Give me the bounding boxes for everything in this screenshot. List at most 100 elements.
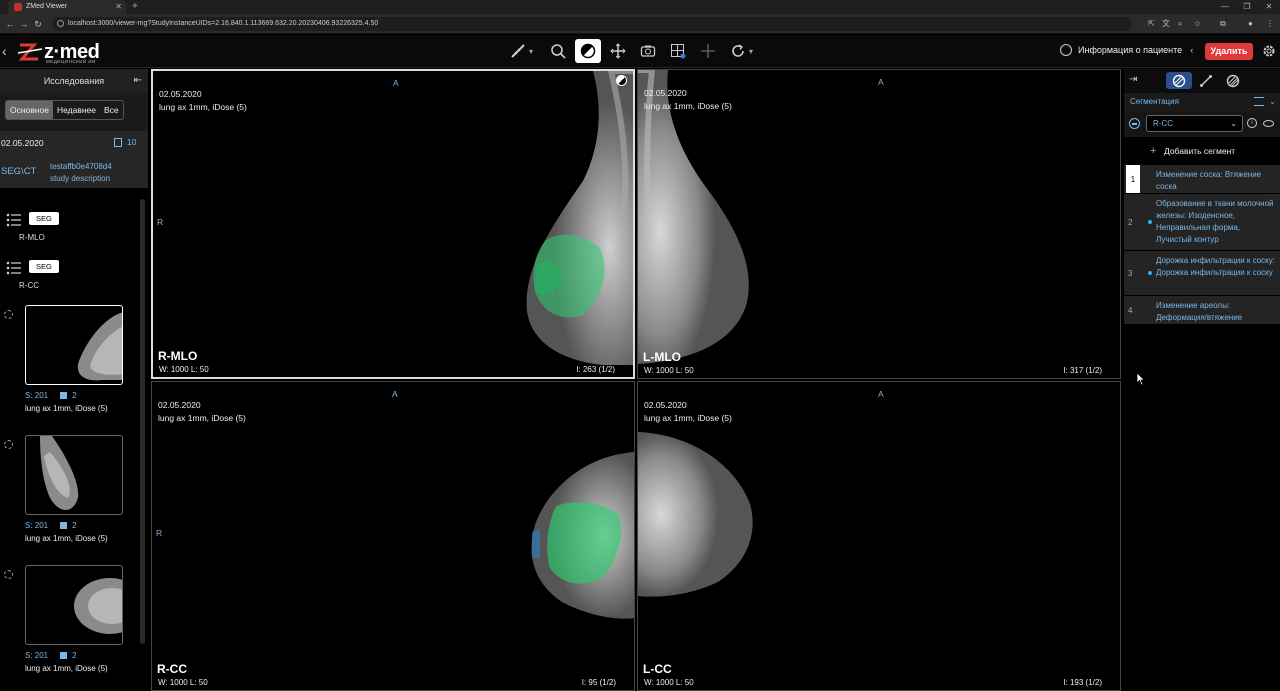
browser-menu-icon[interactable]: ⋮ [1266,17,1274,31]
profile-icon[interactable]: ● [1248,17,1253,31]
url-text: localhost:3000/viewer-mg?StudyInstanceUI… [68,20,379,27]
expand-panel-icon[interactable]: ⇥ [1129,74,1137,85]
orientation-top: A [392,389,398,399]
logo-mark-icon [17,43,43,61]
open-in-app-icon[interactable]: ⇱ [1148,17,1155,31]
minimize-icon[interactable]: — [1214,0,1236,14]
thumbnail-image[interactable] [25,305,123,385]
viewport-view-label: R-MLO [158,349,198,363]
thumbnail-image[interactable] [25,435,123,515]
segment-item[interactable]: 2 Образование в ткани молочной железы: И… [1124,194,1280,250]
viewport-l-cc[interactable]: 02.05.2020 lung ax 1mm, iDose (5) A L-CC… [637,381,1121,691]
delete-button[interactable]: Удалить [1205,43,1253,60]
filter-icon[interactable] [1254,97,1264,106]
gear-icon[interactable] [1262,44,1276,58]
overlay-tool-button[interactable] [1220,72,1246,89]
viewport-r-mlo[interactable]: 02.05.2020 lung ax 1mm, iDose (5) A R R-… [151,69,635,379]
segment-item[interactable]: 4 Изменение ареолы: Деформация/втяжение [1124,296,1280,324]
studies-scrollbar[interactable] [140,199,145,644]
viewport-date: 02.05.2020 [644,88,687,98]
thumbnail-image[interactable] [25,565,123,645]
zmed-logo[interactable]: z·med МЕДИЦИНСКИЙ ИИ [16,39,116,65]
rotate-icon [732,44,744,57]
window-level-tool-button[interactable] [575,39,601,63]
url-field[interactable]: localhost:3000/viewer-mg?StudyInstanceUI… [52,17,1132,31]
segmentation-title: Сегментация [1130,97,1179,106]
browser-tab[interactable]: ZMed Viewer ✕ [8,0,126,14]
info-icon[interactable]: i [1247,118,1257,128]
rotate-button[interactable] [725,39,751,63]
tab-all[interactable]: Все [100,101,123,119]
back-chevron-icon[interactable]: ‹ [2,43,7,59]
viewport-date: 02.05.2020 [158,400,201,410]
zoom-tool-button[interactable] [545,39,571,63]
collapse-panel-icon[interactable]: ⇤ [134,69,142,93]
tab-primary[interactable]: Основное [6,101,53,119]
layout-button[interactable] [665,39,691,63]
site-info-icon[interactable] [57,20,64,27]
window-level: W: 1000 L: 50 [158,678,208,687]
series-thumbnail[interactable]: S: 201 2 lung ax 1mm, iDose (5) [0,565,148,691]
back-icon[interactable]: ← [4,17,16,31]
move-arrows-icon [610,43,626,59]
orientation-top: A [878,77,884,87]
pan-tool-button[interactable] [605,39,631,63]
measure-line-icon [1200,74,1212,87]
segmentation-section-header[interactable]: Сегментация ⌄ [1124,93,1280,111]
measurement-tool-button[interactable] [1193,72,1219,89]
close-window-icon[interactable]: ✕ [1258,0,1280,14]
list-item[interactable]: SEG R-MLO [0,209,148,257]
thumbnail-series: S: 201 [25,521,49,530]
tab-recent[interactable]: Недавнее [53,101,100,119]
study-modality: SEG\CT [1,166,37,177]
collapse-segmentation-icon[interactable] [1129,118,1140,129]
study-id-text: testaffb0e4708d4 [50,162,112,171]
segment-item[interactable]: 3 Дорожка инфильтрации к соску: Дорожка … [1124,251,1280,295]
patient-info-button[interactable]: Информация о пациенте ‹ [1060,44,1193,56]
orientation-top: A [878,389,884,399]
series-list: SEG R-MLO SEG R-CC S: 201 2 lung ax 1mm,… [0,209,148,691]
new-tab-icon[interactable]: + [132,0,138,14]
seg-series-label: R-MLO [19,233,45,242]
measure-tool-button[interactable] [505,39,531,63]
study-identifier: testaffb0e4708d4 study description [50,161,112,185]
loading-spinner-icon [4,570,13,579]
add-segment-button[interactable]: + Добавить сегмент [1124,137,1280,165]
browser-addressbar: ← → ↻ localhost:3000/viewer-mg?StudyInst… [0,14,1280,34]
study-card[interactable]: 02.05.2020 10 SEG\CT testaffb0e4708d4 st… [0,131,148,188]
series-thumbnail[interactable]: S: 201 2 lung ax 1mm, iDose (5) [0,435,148,565]
viewport-l-mlo[interactable]: 02.05.2020 lung ax 1mm, iDose (5) A L-ML… [637,69,1121,379]
viewport-date: 02.05.2020 [159,89,202,99]
image-index: I: 95 (1/2) [581,678,616,687]
rotate-dropdown-icon[interactable]: ▾ [749,47,759,56]
extensions-icon[interactable]: ⧉ [1220,17,1226,31]
restore-icon[interactable]: ❐ [1236,0,1258,14]
crosshair-tool-button[interactable] [695,39,721,63]
series-thumbnail[interactable]: S: 201 2 lung ax 1mm, iDose (5) [0,305,148,435]
eye-icon[interactable] [1263,120,1274,127]
measure-dropdown-icon[interactable]: ▾ [529,47,539,56]
viewport-date: 02.05.2020 [644,400,687,410]
studies-title: Исследования [43,76,105,86]
study-description: study description [50,174,111,183]
segmentation-tool-button[interactable] [1166,72,1192,89]
translate-icon[interactable]: 文 [1162,17,1170,31]
segment-number: 1 [1126,165,1140,193]
segment-item[interactable]: 1 Изменение соска: Втяжение соска [1124,165,1280,193]
forward-icon[interactable]: → [18,17,30,31]
chevron-left-icon: ‹ [1190,45,1194,55]
bookmark-star-icon[interactable]: ☆ [1194,17,1201,31]
viewport-r-cc[interactable]: 02.05.2020 lung ax 1mm, iDose (5) A R R-… [151,381,635,691]
zoom-icon[interactable]: ⌕ [1178,17,1182,31]
window-controls: — ❐ ✕ [1214,0,1280,14]
capture-button[interactable] [635,39,661,63]
chevron-down-icon[interactable]: ⌄ [1269,93,1276,111]
instances-icon [60,522,68,529]
list-item[interactable]: SEG R-CC [0,257,148,305]
striped-circle-icon [1226,74,1240,87]
selected-segmentation: R-CC [1153,119,1173,128]
segmentation-dropdown[interactable]: R-CC ⌄ [1146,115,1243,132]
segment-label: Дорожка инфильтрации к соску: Дорожка ин… [1156,256,1275,277]
tab-close-icon[interactable]: ✕ [115,0,122,14]
reload-icon[interactable]: ↻ [32,17,44,31]
